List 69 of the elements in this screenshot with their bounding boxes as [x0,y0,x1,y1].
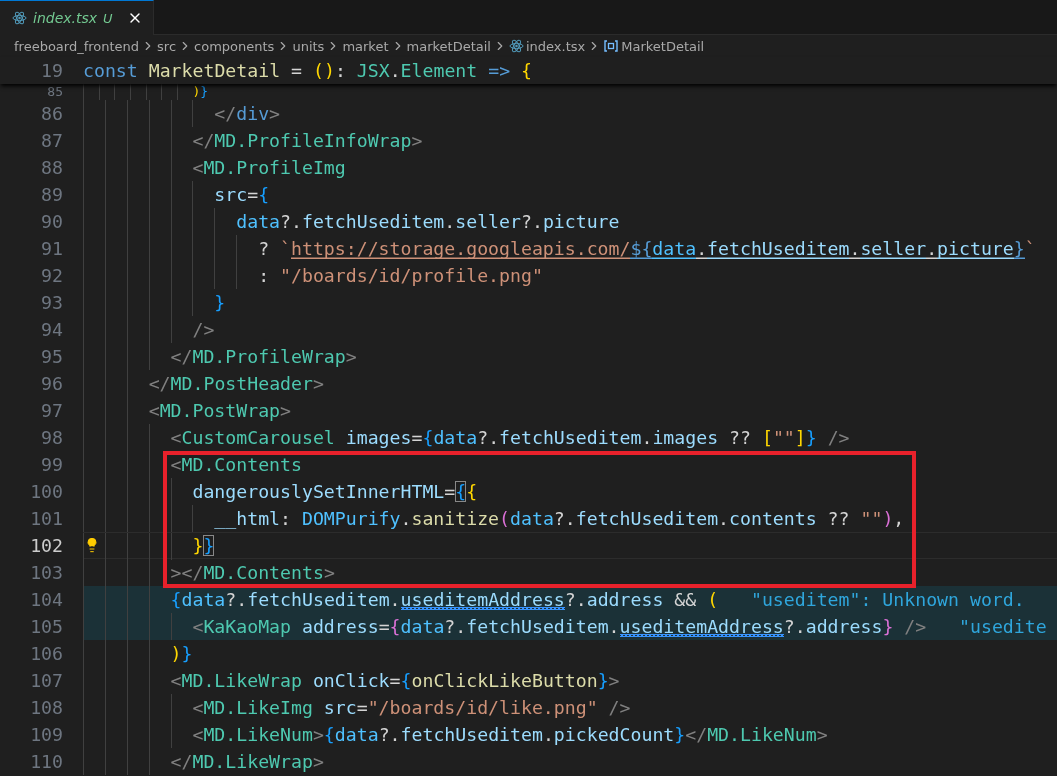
line-number: 108 [29,696,63,720]
line-number: 101 [29,507,63,531]
breadcrumb-item[interactable]: MarketDetail [621,38,705,54]
line-number: 109 [29,723,63,747]
code-line: data?.fetchUseditem.seller?.picture [83,208,620,235]
code-line: /> [83,316,215,343]
code-line: : "/boards/id/profile.png" [83,262,543,289]
line-number: 90 [40,210,63,234]
line-number: 94 [40,318,63,342]
breadcrumb-item[interactable]: index.tsx [525,38,586,54]
code-line: dangerouslySetInnerHTML={{ [83,478,478,505]
code-line: <MD.PostWrap> [83,397,292,424]
breadcrumb-item[interactable]: units [292,38,325,54]
line-number: 88 [40,156,63,180]
line-number: 107 [29,669,63,693]
line-number: 89 [40,183,63,207]
code-line: <MD.LikeWrap onClick={onClickLikeButton}> [83,667,620,694]
code-line: <MD.ProfileImg [83,154,346,181]
breadcrumb-item[interactable]: src [157,38,177,54]
code-line: __html: DOMPurify.sanitize(data?.fetchUseditem.contents ?? ""), [83,505,905,532]
code-line: </MD.LikeWrap> [83,748,324,775]
line-number: 106 [29,642,63,666]
editor-tab[interactable]: index.tsx U [0,0,154,35]
sticky-code-line: const MarketDetail = (): JSX.Element => { [83,59,532,83]
breadcrumb-item[interactable]: marketDetail [406,38,491,54]
code-line: </div> [83,100,281,127]
code-line: ></MD.Contents> [83,559,335,586]
diagnostic-hint: "usedite [959,615,1047,639]
line-number: 97 [40,399,63,423]
line-number: 86 [40,102,63,126]
code-line: <MD.LikeNum>{data?.fetchUseditem.pickedCount}</MD.LikeNum> [83,721,828,748]
code-line: {data?.fetchUseditem.useditemAddress?.address && ( [83,586,719,613]
code-line: <MD.Contents [83,451,302,478]
line-number: 92 [40,264,63,288]
line-number: 87 [40,129,63,153]
code-line: </MD.ProfileInfoWrap> [83,127,423,154]
react-icon [12,11,27,25]
line-number: 103 [29,561,63,585]
line-number: 104 [29,588,63,612]
line-number: 93 [40,291,63,315]
code-line: <CustomCarousel images={data?.fetchUseditem.images ?? [""]} /> [83,424,850,451]
code-line: )} [83,84,209,100]
code-line: )} [83,640,193,667]
line-number: 91 [40,237,63,261]
line-number: 95 [40,345,63,369]
diagnostic-hint: "useditem": Unknown word. [750,588,1025,612]
code-line: </MD.ProfileWrap> [83,343,357,370]
line-number: 100 [29,480,63,504]
line-number: 96 [40,372,63,396]
react-icon [508,39,524,53]
symbol-icon [603,39,620,53]
code-line: } [83,289,226,316]
breadcrumb-item[interactable]: market [342,38,389,54]
line-number: 110 [29,750,63,774]
breadcrumb-item[interactable]: freeboard_frontend [14,38,140,54]
code-line: <KaKaoMap address={data?.fetchUseditem.useditemAddress?.address} /> [83,613,927,640]
line-number: 99 [40,453,63,477]
breadcrumb-item[interactable]: components [194,38,275,54]
line-number: 102 [29,534,63,558]
line-number: 98 [40,426,63,450]
line-number: 105 [29,615,63,639]
code-line: }} [83,533,215,558]
code-line: src={ [83,181,270,208]
code-line: </MD.PostHeader> [83,370,324,397]
code-line: <MD.LikeImg src="/boards/id/like.png" /> [83,694,631,721]
line-number: 85 [46,84,63,100]
line-number: 19 [40,59,63,83]
code-line: ? `https://storage.googleapis.com/${data.fetchUseditem.seller.picture}` [83,235,1036,262]
lightbulb-icon[interactable] [84,537,100,553]
